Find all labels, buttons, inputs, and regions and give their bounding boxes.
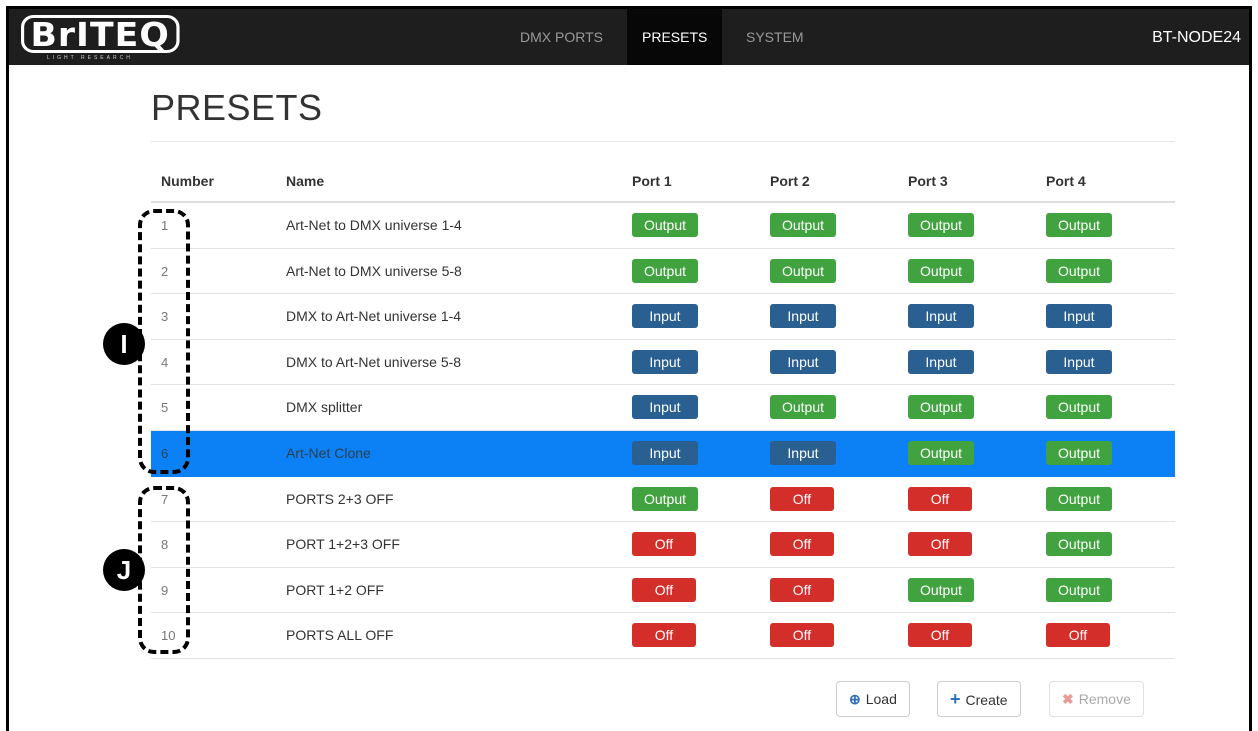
remove-button[interactable]: ✖ Remove (1049, 681, 1144, 717)
port-3-mode-badge: Input (908, 349, 974, 374)
preset-name: PORTS ALL OFF (286, 627, 394, 644)
preset-name: Art-Net to DMX universe 1-4 (286, 217, 462, 233)
load-button[interactable]: ⊕ Load (836, 681, 910, 717)
table-row[interactable]: 1 Art-Net to DMX universe 1-4 Output Output… (151, 203, 1175, 249)
annotation-box-i (138, 209, 190, 474)
create-button[interactable]: + Create (937, 681, 1021, 717)
port-3-mode-badge: Output (908, 213, 974, 237)
remove-label: Remove (1078, 691, 1131, 707)
download-circle-icon: ⊕ (849, 691, 861, 707)
port-2-mode-badge: Off (770, 623, 834, 648)
column-header-number: Number (161, 173, 214, 189)
port-2-mode-badge: Input (770, 440, 836, 465)
app-window: BrITEQ LIGHT RESEARCH DMX PORTS PRESETS … (6, 6, 1252, 731)
column-header-name: Name (286, 173, 325, 189)
port-4-mode-badge: Output (1046, 440, 1112, 465)
preset-name: DMX to Art-Net universe 1-4 (286, 308, 462, 325)
close-x-icon: ✖ (1062, 691, 1074, 707)
table-row[interactable]: 3 DMX to Art-Net universe 1-4 Input Input In… (151, 294, 1175, 340)
port-1-mode-badge: Input (632, 304, 698, 329)
port-2-mode-badge: Input (770, 349, 836, 374)
port-3-mode-badge: Off (908, 532, 972, 557)
column-header-port-4: Port 4 (1046, 173, 1086, 189)
port-4-mode-badge: Output (1046, 577, 1112, 602)
port-1-mode-badge: Input (632, 349, 698, 374)
title-divider (151, 141, 1175, 142)
port-1-mode-badge: Output (632, 486, 698, 511)
preset-name: DMX to Art-Net universe 5-8 (286, 353, 462, 370)
port-3-mode-badge: Output (908, 258, 974, 283)
port-4-mode-badge: Input (1046, 349, 1112, 374)
preset-name: DMX splitter (286, 399, 363, 416)
port-4-mode-badge: Output (1046, 258, 1112, 283)
table-row[interactable]: 6 Art-Net Clone Input Input Output Output (151, 430, 1175, 477)
tab-dmx-ports[interactable]: DMX PORTS (505, 9, 618, 65)
tab-presets[interactable]: PRESETS (627, 9, 723, 65)
port-1-mode-badge: Off (632, 532, 696, 557)
preset-name: Art-Net to DMX universe 5-8 (286, 262, 462, 279)
port-1-mode-badge: Off (632, 623, 696, 648)
tab-system[interactable]: SYSTEM (731, 9, 819, 65)
annotation-marker-i: I (103, 323, 145, 365)
brand-tagline: LIGHT RESEARCH (47, 55, 133, 61)
port-1-mode-badge: Input (632, 440, 698, 465)
port-3-mode-badge: Output (908, 440, 974, 465)
page-title: PRESETS (151, 87, 323, 128)
table-row[interactable]: 5 DMX splitter Input Output Output Output (151, 385, 1175, 431)
port-4-mode-badge: Output (1046, 395, 1112, 420)
preset-name: Art-Net Clone (286, 444, 371, 461)
table-body: 1 Art-Net to DMX universe 1-4 Output Output… (151, 203, 1175, 659)
port-2-mode-badge: Off (770, 577, 834, 602)
port-3-mode-badge: Input (908, 304, 974, 329)
port-1-mode-badge: Output (632, 258, 698, 283)
port-4-mode-badge: Output (1046, 486, 1112, 511)
port-4-mode-badge: Off (1046, 623, 1110, 648)
port-3-mode-badge: Off (908, 623, 972, 648)
port-1-mode-badge: Off (632, 577, 696, 602)
column-header-port-2: Port 2 (770, 173, 810, 189)
brand-logo[interactable]: BrITEQ LIGHT RESEARCH (17, 15, 180, 61)
port-4-mode-badge: Input (1046, 304, 1112, 329)
port-1-mode-badge: Output (632, 213, 698, 237)
annotation-box-j (138, 486, 190, 654)
column-header-port-1: Port 1 (632, 173, 672, 189)
table-row[interactable]: 10 PORTS ALL OFF Off Off Off Off (151, 613, 1175, 659)
preset-name: PORTS 2+3 OFF (286, 490, 394, 507)
port-2-mode-badge: Output (770, 258, 836, 283)
port-2-mode-badge: Output (770, 213, 836, 237)
preset-name: PORT 1+2 OFF (286, 581, 384, 598)
table-header: Number Name Port 1 Port 2 Port 3 Port 4 (151, 159, 1175, 203)
table-row[interactable]: 9 PORT 1+2 OFF Off Off Output Output (151, 568, 1175, 614)
column-header-port-3: Port 3 (908, 173, 948, 189)
port-2-mode-badge: Input (770, 304, 836, 329)
table-row[interactable]: 4 DMX to Art-Net universe 5-8 Input Input In… (151, 340, 1175, 386)
plus-icon: + (950, 689, 961, 709)
port-4-mode-badge: Output (1046, 532, 1112, 557)
brand-name: BrITEQ (21, 15, 180, 53)
port-2-mode-badge: Off (770, 486, 834, 511)
preset-name: PORT 1+2+3 OFF (286, 536, 400, 553)
create-label: Create (965, 692, 1008, 708)
annotation-marker-j: J (103, 549, 145, 591)
port-3-mode-badge: Off (908, 486, 972, 511)
load-label: Load (865, 691, 897, 707)
port-1-mode-badge: Input (632, 395, 698, 420)
presets-table: Number Name Port 1 Port 2 Port 3 Port 4 … (151, 159, 1175, 659)
port-3-mode-badge: Output (908, 577, 974, 602)
port-4-mode-badge: Output (1046, 213, 1112, 237)
port-3-mode-badge: Output (908, 395, 974, 420)
top-navbar: BrITEQ LIGHT RESEARCH DMX PORTS PRESETS … (9, 9, 1249, 65)
device-name: BT-NODE24 (1152, 29, 1241, 46)
table-row[interactable]: 2 Art-Net to DMX universe 5-8 Output Output… (151, 249, 1175, 295)
table-row[interactable]: 7 PORTS 2+3 OFF Output Off Off Output (151, 477, 1175, 523)
port-2-mode-badge: Off (770, 532, 834, 557)
port-2-mode-badge: Output (770, 395, 836, 420)
table-row[interactable]: 8 PORT 1+2+3 OFF Off Off Off Output (151, 522, 1175, 568)
